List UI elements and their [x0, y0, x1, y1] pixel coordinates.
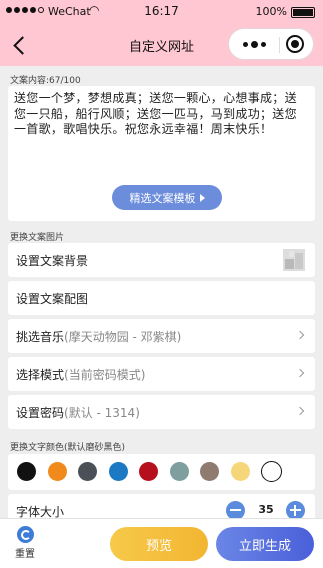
reset-icon — [16, 526, 34, 543]
text-content-card: 送您一个梦，梦想成真；送您一颗心，心想事成；送您一只船，船行风顺；送您一匹马，马… — [8, 86, 315, 221]
color-swatch[interactable] — [261, 461, 282, 482]
bottom-action-bar: 重置 预览 立即生成 — [0, 518, 323, 568]
color-swatch[interactable] — [230, 462, 250, 481]
color-swatch[interactable] — [108, 462, 128, 481]
color-section-label: 更换文字颜色(默认磨砂黑色) — [10, 443, 126, 453]
pick-music-row[interactable]: 挑选音乐 (摩天动物园 - 邓紫棋) — [8, 319, 315, 353]
row-label: 挑选音乐 — [16, 329, 65, 344]
battery-icon — [291, 7, 315, 18]
color-swatch[interactable] — [47, 462, 67, 481]
play-arrow-icon — [199, 193, 205, 202]
more-icon[interactable] — [243, 41, 266, 48]
background-thumbnail — [283, 249, 305, 271]
color-swatch[interactable] — [200, 462, 219, 481]
chevron-right-icon — [295, 406, 305, 416]
row-label: 设置文案背景 — [16, 253, 89, 268]
row-label: 选择模式 — [16, 367, 65, 382]
color-swatch[interactable] — [139, 462, 158, 481]
generate-button[interactable]: 立即生成 — [216, 527, 314, 561]
status-bar: WeChat ◠ 16:17 100% — [0, 0, 323, 24]
nav-bar: 自定义网址 — [0, 24, 323, 66]
text-content-area[interactable]: 送您一个梦，梦想成真；送您一颗心，心想事成；送您一只船，船行风顺；送您一匹马，马… — [8, 86, 315, 143]
set-background-row[interactable]: 设置文案背景 — [8, 243, 315, 277]
color-swatch[interactable] — [17, 462, 36, 481]
image-section-label: 更换文案图片 — [10, 233, 65, 243]
row-sub-value: (默认 - 1314) — [64, 405, 140, 420]
pick-template-label: 精选文案模板 — [129, 191, 196, 205]
battery-percent: 100% — [255, 5, 287, 18]
preview-button[interactable]: 预览 — [110, 527, 208, 561]
close-miniprogram-icon[interactable] — [286, 35, 304, 53]
select-mode-row[interactable]: 选择模式 (当前密码模式) — [8, 357, 315, 391]
pick-template-button[interactable]: 精选文案模板 — [112, 185, 222, 210]
miniprogram-capsule — [228, 28, 314, 60]
capsule-divider — [279, 37, 280, 53]
font-size-value: 35 — [258, 503, 274, 516]
text-count-label: 文案内容:67/100 — [10, 76, 81, 86]
set-password-row[interactable]: 设置密码 (默认 - 1314) — [8, 395, 315, 429]
chevron-right-icon — [295, 368, 305, 378]
row-sub-value: (当前密码模式) — [64, 367, 146, 382]
chevron-right-icon — [295, 330, 305, 340]
set-illustration-row[interactable]: 设置文案配图 — [8, 281, 315, 315]
row-label: 设置密码 — [16, 405, 65, 420]
row-sub-value: (摩天动物园 - 邓紫棋) — [64, 329, 182, 344]
color-palette — [8, 454, 315, 490]
reset-button[interactable]: 重置 — [10, 526, 40, 560]
reset-label: 重置 — [15, 549, 35, 560]
color-swatch[interactable] — [169, 462, 189, 481]
row-label: 设置文案配图 — [16, 291, 89, 306]
color-swatch[interactable] — [78, 462, 97, 481]
